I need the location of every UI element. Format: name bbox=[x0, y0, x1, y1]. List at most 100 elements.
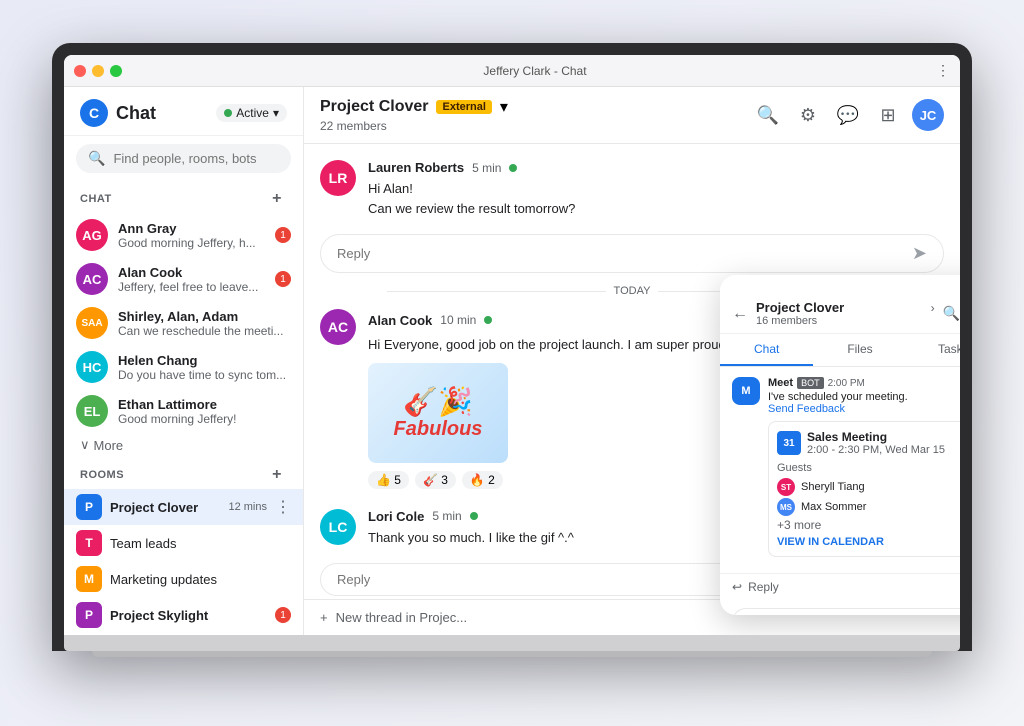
mobile-bot-name: Meet bbox=[768, 377, 793, 389]
tab-tasks[interactable]: Tasks bbox=[907, 334, 960, 366]
external-badge: External bbox=[436, 100, 491, 114]
apps-button[interactable]: ⊞ bbox=[872, 99, 904, 131]
room-item-project-skylight[interactable]: P Project Skylight 1 bbox=[64, 597, 303, 633]
chat-preview: Can we reschedule the meeti... bbox=[118, 324, 291, 338]
add-chat-button[interactable]: + bbox=[267, 189, 287, 209]
room-options-icon[interactable]: ⋮ bbox=[275, 497, 291, 517]
title-bar: Jeffery Clark - Chat ⋮ bbox=[64, 55, 960, 87]
chat-info-alan-cook: Alan Cook Jeffery, feel free to leave... bbox=[118, 265, 265, 294]
chat-icon-button[interactable]: 💬 bbox=[832, 99, 864, 131]
event-title: Sales Meeting bbox=[807, 430, 945, 444]
view-in-calendar-link[interactable]: VIEW IN CALENDAR bbox=[777, 536, 960, 548]
room-dropdown-icon[interactable]: ▾ bbox=[500, 97, 508, 117]
guest-name-max: Max Sommer bbox=[801, 501, 866, 513]
search-bar[interactable]: 🔍 bbox=[76, 144, 291, 173]
search-button[interactable]: 🔍 bbox=[752, 99, 784, 131]
chat-info-shirley: Shirley, Alan, Adam Can we reschedule th… bbox=[118, 309, 291, 338]
app-body: C Chat Active ▾ 🔍 bbox=[64, 87, 960, 635]
chat-item-helen[interactable]: HC Helen Chang Do you have time to sync … bbox=[64, 345, 303, 389]
minimize-button[interactable] bbox=[92, 65, 104, 77]
room-avatar-team-leads: T bbox=[76, 530, 102, 556]
google-chat-logo: C bbox=[80, 99, 108, 127]
tab-chat[interactable]: Chat bbox=[720, 334, 813, 366]
msg-avatar-lauren: LR bbox=[320, 160, 356, 196]
laptop-foot bbox=[92, 651, 932, 657]
room-item-yoga[interactable]: Y Yoga and Relaxation bbox=[64, 633, 303, 635]
room-title-area: Project Clover External ▾ 22 members bbox=[320, 97, 752, 133]
mobile-bot-time: 2:00 PM bbox=[828, 378, 865, 389]
room-title: Project Clover bbox=[320, 98, 428, 116]
settings-button[interactable]: ⚙ bbox=[792, 99, 824, 131]
reaction-guitar[interactable]: 🎸 3 bbox=[415, 471, 456, 489]
mobile-reply-icon: ↩ bbox=[732, 580, 742, 594]
room-name: Project Skylight bbox=[110, 608, 267, 623]
msg-sender-name: Lauren Roberts bbox=[368, 160, 464, 175]
window-title: Jeffery Clark - Chat bbox=[134, 64, 936, 78]
user-avatar[interactable]: JC bbox=[912, 99, 944, 131]
laptop-body: Jeffery Clark - Chat ⋮ C Chat A bbox=[52, 43, 972, 651]
window-more-icon[interactable]: ⋮ bbox=[936, 62, 950, 79]
status-chevron: ▾ bbox=[273, 106, 279, 120]
svg-text:C: C bbox=[89, 105, 99, 121]
guest-name-sheryll: Sheryll Tiang bbox=[801, 481, 865, 493]
more-label: More bbox=[94, 438, 124, 453]
close-button[interactable] bbox=[74, 65, 86, 77]
chat-name: Helen Chang bbox=[118, 353, 291, 368]
mobile-phone-overlay: ▪ ▪ ▪ ▲ ← Project Clover › 16 members bbox=[720, 275, 960, 615]
tab-files[interactable]: Files bbox=[813, 334, 906, 366]
more-chats-toggle[interactable]: ∨ More bbox=[64, 433, 303, 457]
room-item-team-leads[interactable]: T Team leads bbox=[64, 525, 303, 561]
room-item-project-clover[interactable]: P Project Clover 12 mins ⋮ bbox=[64, 489, 303, 525]
unread-badge: 1 bbox=[275, 271, 291, 287]
chat-item-alan-cook[interactable]: AC Alan Cook Jeffery, feel free to leave… bbox=[64, 257, 303, 301]
search-icon: 🔍 bbox=[88, 150, 105, 167]
room-avatar-project-clover: P bbox=[76, 494, 102, 520]
unread-badge: 1 bbox=[275, 227, 291, 243]
room-item-marketing[interactable]: M Marketing updates bbox=[64, 561, 303, 597]
online-indicator bbox=[484, 316, 492, 324]
header-icons: 🔍 ⚙ 💬 ⊞ JC bbox=[752, 99, 944, 131]
add-room-button[interactable]: + bbox=[267, 465, 287, 485]
msg-avatar-lori: LC bbox=[320, 509, 356, 545]
reaction-fire[interactable]: 🔥 2 bbox=[462, 471, 503, 489]
more-guests: +3 more bbox=[777, 518, 960, 532]
sidebar: C Chat Active ▾ 🔍 bbox=[64, 87, 304, 635]
mobile-reply-bar[interactable]: ↩ Reply bbox=[720, 573, 960, 600]
chat-info-ann-gray: Ann Gray Good morning Jeffery, h... bbox=[118, 221, 265, 250]
maximize-button[interactable] bbox=[110, 65, 122, 77]
chat-preview: Good morning Jeffery, h... bbox=[118, 236, 265, 250]
calendar-date: 31 bbox=[783, 438, 794, 449]
mobile-back-button[interactable]: ← bbox=[732, 305, 748, 323]
message-block-lauren: LR Lauren Roberts 5 min Hi Alan!Can we r… bbox=[320, 160, 944, 218]
chat-item-ann-gray[interactable]: AG Ann Gray Good morning Jeffery, h... 1 bbox=[64, 213, 303, 257]
guest-avatar-max: MS bbox=[777, 498, 795, 516]
chat-section-header: CHAT + bbox=[64, 181, 303, 213]
send-icon[interactable]: ➤ bbox=[912, 243, 927, 264]
rooms-section-header: ROOMS + bbox=[64, 457, 303, 489]
calendar-event-header: 31 Sales Meeting 2:00 - 2:30 PM, Wed Mar… bbox=[777, 430, 960, 456]
chat-section-label: CHAT bbox=[80, 193, 112, 205]
chat-item-ethan[interactable]: EL Ethan Lattimore Good morning Jeffery! bbox=[64, 389, 303, 433]
reply-box-1[interactable]: ➤ bbox=[320, 234, 944, 273]
room-name: Project Clover bbox=[110, 500, 220, 515]
traffic-lights bbox=[74, 65, 122, 77]
laptop-base bbox=[64, 635, 960, 651]
chat-preview: Good morning Jeffery! bbox=[118, 412, 291, 426]
reply-input-1[interactable] bbox=[337, 246, 912, 261]
msg-sender-name: Lori Cole bbox=[368, 509, 424, 524]
search-input[interactable] bbox=[113, 151, 279, 166]
chat-name: Ethan Lattimore bbox=[118, 397, 291, 412]
mobile-bot-feedback-link[interactable]: Send Feedback bbox=[768, 403, 960, 415]
chevron-down-icon: ∨ bbox=[80, 437, 90, 453]
mobile-message-meet-bot: M Meet BOT 2:00 PM I've scheduled your m… bbox=[720, 367, 960, 573]
msg-time: 10 min bbox=[440, 313, 476, 327]
reaction-thumbsup[interactable]: 👍 5 bbox=[368, 471, 409, 489]
mobile-reply-label: Reply bbox=[748, 580, 779, 594]
online-indicator bbox=[470, 512, 478, 520]
mobile-new-thread-button[interactable]: + New thread bbox=[732, 608, 960, 615]
laptop-screen: Jeffery Clark - Chat ⋮ C Chat A bbox=[64, 55, 960, 635]
event-time: 2:00 - 2:30 PM, Wed Mar 15 bbox=[807, 444, 945, 456]
mobile-search-icon[interactable]: 🔍 bbox=[943, 305, 960, 322]
status-badge[interactable]: Active ▾ bbox=[216, 104, 287, 122]
chat-item-shirley[interactable]: SAA Shirley, Alan, Adam Can we reschedul… bbox=[64, 301, 303, 345]
